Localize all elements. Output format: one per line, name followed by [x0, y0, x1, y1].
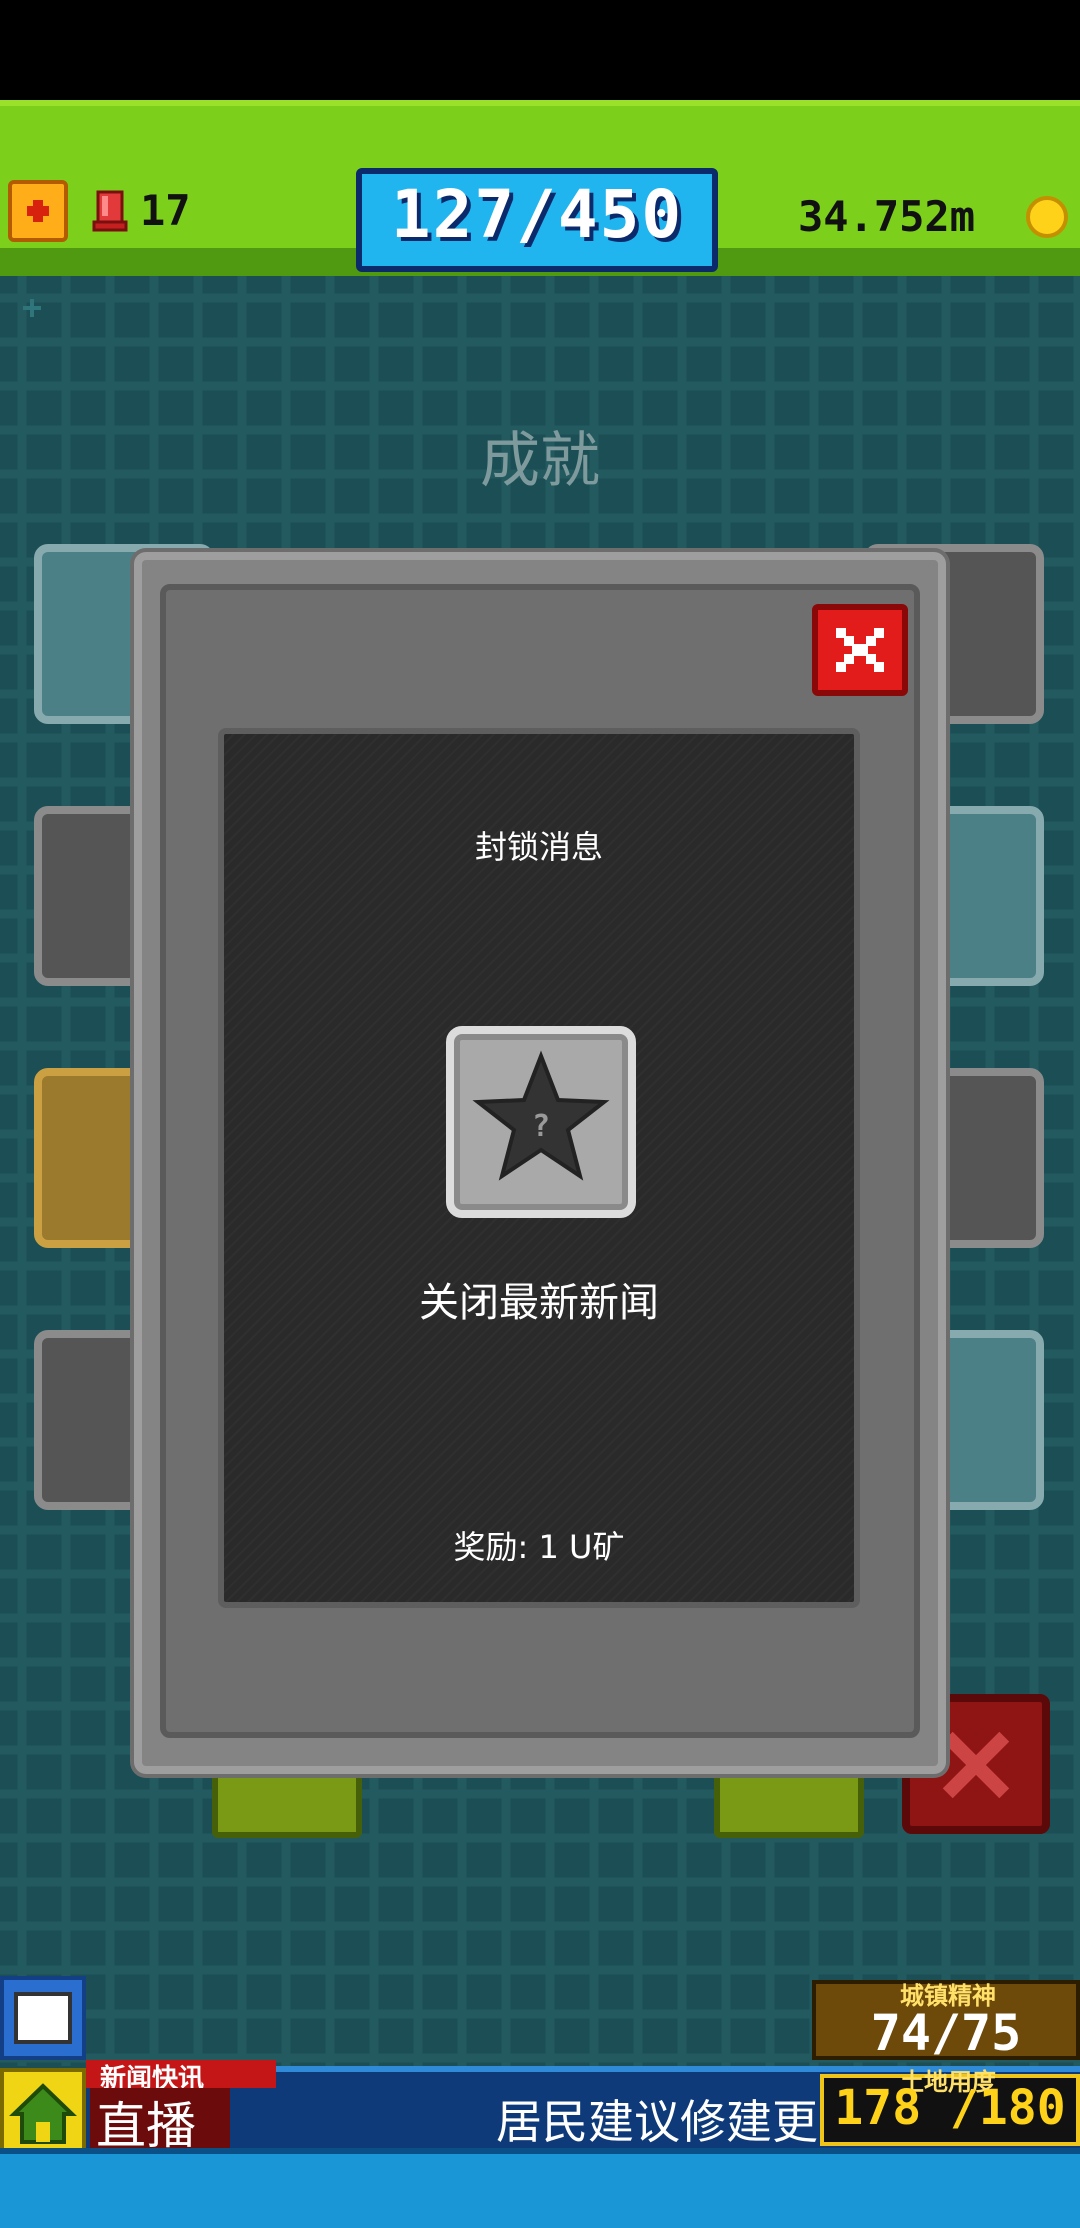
achievement-section-title: 封锁消息: [474, 828, 603, 866]
locked-star-icon: ?: [446, 1026, 636, 1218]
gold-coin-icon: [1026, 196, 1068, 238]
page-title: 成就: [480, 426, 600, 496]
achievement-reward: 奖励: 1 U矿: [453, 1528, 625, 1566]
svg-text:?: ?: [532, 1109, 550, 1144]
population-value: 127/450: [390, 176, 684, 253]
calendar-icon: [14, 1992, 72, 2044]
home-button[interactable]: [0, 2068, 86, 2158]
status-bar: [0, 0, 1080, 100]
city-spirit-value: 74/75: [870, 2004, 1022, 2062]
gem-count: 17: [140, 186, 191, 235]
achievement-name: 关闭最新新闻: [419, 1280, 659, 1326]
red-gem-icon: [92, 190, 128, 232]
bottom-bar: [0, 2148, 1080, 2228]
close-x-icon: [826, 616, 894, 684]
medkit-plus-icon[interactable]: [8, 180, 68, 242]
money-value: 34.752m: [798, 192, 976, 241]
close-modal-button[interactable]: [812, 604, 908, 696]
land-usage-value: 178 /180: [834, 2080, 1066, 2136]
prev-page-button[interactable]: [212, 1764, 362, 1838]
home-icon: [9, 2083, 77, 2144]
next-page-button[interactable]: [714, 1764, 864, 1838]
calendar-button[interactable]: [0, 1976, 86, 2060]
news-ticker-text: 居民建议修建更: [496, 2095, 818, 2149]
